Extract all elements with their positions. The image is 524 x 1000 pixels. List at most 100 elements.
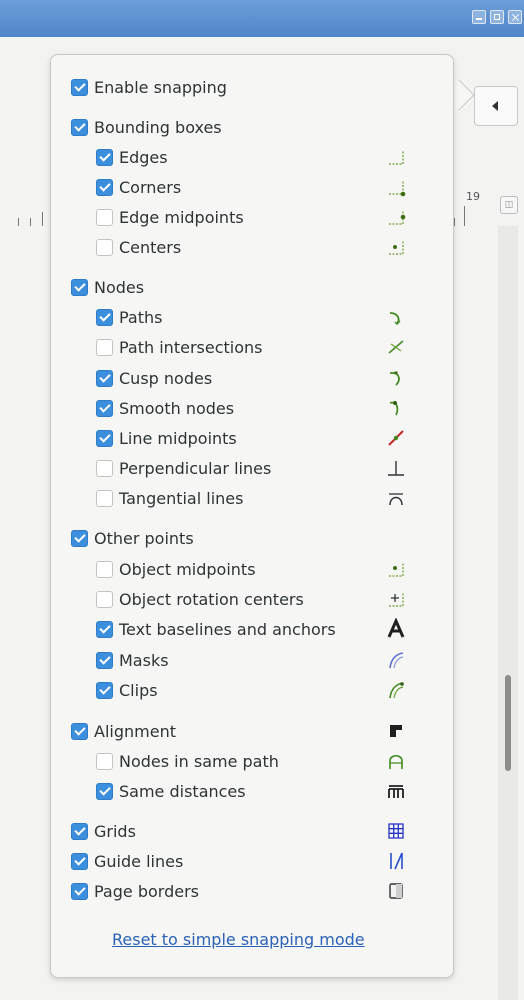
option-label: Object rotation centers [119, 589, 304, 609]
option-label: Perpendicular lines [119, 458, 272, 478]
window-titlebar [0, 0, 524, 37]
option-label: Edges [119, 147, 168, 167]
bounding-boxes-checkbox[interactable] [71, 118, 88, 136]
nodes-checkbox[interactable] [71, 278, 88, 296]
edges-checkbox[interactable] [96, 148, 113, 166]
option-label: Paths [119, 307, 163, 327]
snap-bbox-centers-icon [389, 240, 404, 255]
masks-option[interactable]: Masks [96, 648, 169, 672]
option-label: Alignment [94, 721, 176, 741]
corners-option[interactable]: Corners [96, 175, 181, 199]
nodes-option[interactable]: Nodes [71, 275, 144, 299]
guide-lines-option[interactable]: Guide lines [71, 849, 183, 873]
grids-checkbox[interactable] [71, 822, 88, 840]
maximize-icon[interactable] [490, 10, 504, 24]
snap-grids-icon [388, 823, 404, 839]
masks-checkbox[interactable] [96, 651, 113, 669]
snap-text-baseline-icon [387, 618, 405, 638]
smooth-nodes-option[interactable]: Smooth nodes [96, 396, 234, 420]
path-intersections-option[interactable]: Path intersections [96, 335, 262, 359]
close-icon[interactable] [508, 10, 522, 24]
option-label: Object midpoints [119, 559, 256, 579]
snap-clips-icon [389, 682, 404, 699]
rotation-centers-option[interactable]: Object rotation centers [96, 587, 304, 611]
other-points-option[interactable]: Other points [71, 526, 194, 550]
snap-page-borders-icon [389, 883, 403, 899]
page-borders-option[interactable]: Page borders [71, 879, 199, 903]
enable-snapping-checkbox[interactable] [71, 78, 88, 96]
snap-paths-icon [389, 312, 401, 326]
page-borders-checkbox[interactable] [71, 882, 88, 900]
line-midpoints-checkbox[interactable] [96, 429, 113, 447]
text-baselines-checkbox[interactable] [96, 620, 113, 638]
paths-option[interactable]: Paths [96, 305, 162, 329]
option-label: Centers [119, 237, 182, 257]
snap-masks-icon [389, 652, 404, 669]
snap-path-intersections-icon [388, 340, 404, 354]
option-label: Bounding boxes [94, 117, 222, 137]
rotation-centers-checkbox[interactable] [96, 590, 113, 608]
same-distances-checkbox[interactable] [96, 782, 113, 800]
scroll-lock-icon[interactable]: ◫ [500, 196, 518, 214]
grids-option[interactable]: Grids [71, 819, 136, 843]
edge-midpoints-option[interactable]: Edge midpoints [96, 205, 244, 229]
snapping-popover: Enable snapping Bounding boxes Edges Cor… [50, 54, 454, 978]
same-distances-option[interactable]: Same distances [96, 779, 246, 803]
snap-bbox-corners-icon [389, 180, 406, 197]
reset-simple-snapping-link[interactable]: Reset to simple snapping mode [112, 930, 365, 949]
vertical-scrollbar[interactable] [498, 226, 518, 1000]
bounding-boxes-option[interactable]: Bounding boxes [71, 115, 222, 139]
option-label: Line midpoints [119, 428, 237, 448]
edge-midpoints-checkbox[interactable] [96, 208, 113, 226]
edges-option[interactable]: Edges [96, 145, 168, 169]
nodes-same-path-option[interactable]: Nodes in same path [96, 749, 279, 773]
perpendicular-lines-option[interactable]: Perpendicular lines [96, 456, 271, 480]
paths-checkbox[interactable] [96, 308, 113, 326]
text-baselines-option[interactable]: Text baselines and anchors [96, 617, 336, 641]
scrollbar-thumb[interactable] [505, 675, 511, 771]
option-label: Nodes in same path [119, 751, 279, 771]
minimize-icon[interactable] [472, 10, 486, 24]
object-midpoints-checkbox[interactable] [96, 560, 113, 578]
option-label: Edge midpoints [119, 207, 244, 227]
cusp-nodes-option[interactable]: Cusp nodes [96, 366, 212, 390]
cusp-nodes-checkbox[interactable] [96, 369, 113, 387]
option-label: Corners [119, 177, 182, 197]
window-controls [472, 10, 522, 24]
snap-perpendicular-icon [388, 461, 404, 476]
tangential-lines-option[interactable]: Tangential lines [96, 486, 243, 510]
alignment-option[interactable]: Alignment [71, 719, 176, 743]
option-label: Clips [119, 680, 158, 700]
guide-lines-checkbox[interactable] [71, 852, 88, 870]
horizontal-ruler-right: 19 [452, 190, 498, 226]
option-label: Text baselines and anchors [119, 619, 336, 639]
snap-cusp-nodes-icon [390, 371, 400, 386]
option-label: Guide lines [94, 851, 184, 871]
snap-smooth-nodes-icon [389, 401, 399, 416]
centers-option[interactable]: Centers [96, 235, 181, 259]
nodes-same-path-checkbox[interactable] [96, 752, 113, 770]
snap-bbox-edge-midpoints-icon [389, 210, 406, 225]
smooth-nodes-checkbox[interactable] [96, 399, 113, 417]
snap-nodes-same-path-icon [389, 754, 403, 769]
clips-checkbox[interactable] [96, 681, 113, 699]
option-label: Grids [94, 821, 136, 841]
option-label: Other points [94, 528, 194, 548]
snap-bbox-edges-icon [389, 150, 404, 165]
other-points-checkbox[interactable] [71, 529, 88, 547]
tangential-lines-checkbox[interactable] [96, 489, 113, 507]
clips-option[interactable]: Clips [96, 678, 158, 702]
enable-snapping-option[interactable]: Enable snapping [71, 75, 227, 99]
object-midpoints-option[interactable]: Object midpoints [96, 557, 256, 581]
option-label: Smooth nodes [119, 398, 235, 418]
perpendicular-lines-checkbox[interactable] [96, 459, 113, 477]
line-midpoints-option[interactable]: Line midpoints [96, 426, 237, 450]
snap-line-midpoints-icon [388, 430, 404, 446]
snap-popover-toggle-button[interactable] [474, 86, 518, 126]
option-label: Cusp nodes [119, 368, 213, 388]
alignment-checkbox[interactable] [71, 722, 88, 740]
corners-checkbox[interactable] [96, 178, 113, 196]
path-intersections-checkbox[interactable] [96, 338, 113, 356]
option-label: Same distances [119, 781, 246, 801]
centers-checkbox[interactable] [96, 238, 113, 256]
